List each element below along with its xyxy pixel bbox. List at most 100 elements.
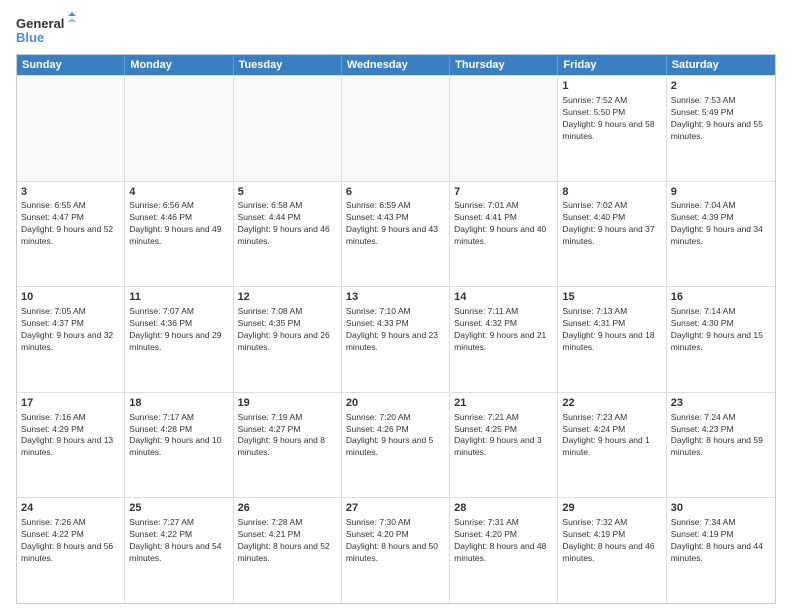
calendar-row-2: 3Sunrise: 6:55 AM Sunset: 4:47 PM Daylig… [17,181,775,287]
calendar-cell: 5Sunrise: 6:58 AM Sunset: 4:44 PM Daylig… [234,182,342,287]
cell-content: Sunrise: 7:01 AM Sunset: 4:41 PM Dayligh… [454,200,553,248]
cell-content: Sunrise: 7:05 AM Sunset: 4:37 PM Dayligh… [21,306,120,354]
cell-content: Sunrise: 7:20 AM Sunset: 4:26 PM Dayligh… [346,412,445,460]
day-header-wednesday: Wednesday [342,55,450,75]
calendar: SundayMondayTuesdayWednesdayThursdayFrid… [16,54,776,604]
calendar-cell: 25Sunrise: 7:27 AM Sunset: 4:22 PM Dayli… [125,498,233,603]
calendar-cell: 23Sunrise: 7:24 AM Sunset: 4:23 PM Dayli… [667,393,775,498]
day-number: 17 [21,396,120,411]
cell-content: Sunrise: 7:17 AM Sunset: 4:28 PM Dayligh… [129,412,228,460]
day-number: 13 [346,290,445,305]
day-number: 18 [129,396,228,411]
calendar-row-5: 24Sunrise: 7:26 AM Sunset: 4:22 PM Dayli… [17,497,775,603]
day-number: 4 [129,185,228,200]
day-number: 6 [346,185,445,200]
calendar-header: SundayMondayTuesdayWednesdayThursdayFrid… [17,55,775,75]
day-number: 24 [21,501,120,516]
cell-content: Sunrise: 7:34 AM Sunset: 4:19 PM Dayligh… [671,517,771,565]
calendar-cell: 18Sunrise: 7:17 AM Sunset: 4:28 PM Dayli… [125,393,233,498]
cell-content: Sunrise: 7:13 AM Sunset: 4:31 PM Dayligh… [562,306,661,354]
day-number: 15 [562,290,661,305]
calendar-cell: 28Sunrise: 7:31 AM Sunset: 4:20 PM Dayli… [450,498,558,603]
calendar-cell: 15Sunrise: 7:13 AM Sunset: 4:31 PM Dayli… [558,287,666,392]
calendar-cell: 14Sunrise: 7:11 AM Sunset: 4:32 PM Dayli… [450,287,558,392]
calendar-cell: 21Sunrise: 7:21 AM Sunset: 4:25 PM Dayli… [450,393,558,498]
day-number: 30 [671,501,771,516]
calendar-cell: 20Sunrise: 7:20 AM Sunset: 4:26 PM Dayli… [342,393,450,498]
cell-content: Sunrise: 7:53 AM Sunset: 5:49 PM Dayligh… [671,95,771,143]
cell-content: Sunrise: 7:31 AM Sunset: 4:20 PM Dayligh… [454,517,553,565]
day-number: 29 [562,501,661,516]
cell-content: Sunrise: 7:26 AM Sunset: 4:22 PM Dayligh… [21,517,120,565]
cell-content: Sunrise: 7:27 AM Sunset: 4:22 PM Dayligh… [129,517,228,565]
calendar-cell: 12Sunrise: 7:08 AM Sunset: 4:35 PM Dayli… [234,287,342,392]
day-header-friday: Friday [558,55,666,75]
calendar-cell: 13Sunrise: 7:10 AM Sunset: 4:33 PM Dayli… [342,287,450,392]
cell-content: Sunrise: 6:56 AM Sunset: 4:46 PM Dayligh… [129,200,228,248]
logo-svg: General Blue [16,12,76,48]
day-header-tuesday: Tuesday [234,55,342,75]
cell-content: Sunrise: 7:16 AM Sunset: 4:29 PM Dayligh… [21,412,120,460]
calendar-cell: 19Sunrise: 7:19 AM Sunset: 4:27 PM Dayli… [234,393,342,498]
cell-content: Sunrise: 7:02 AM Sunset: 4:40 PM Dayligh… [562,200,661,248]
cell-content: Sunrise: 7:23 AM Sunset: 4:24 PM Dayligh… [562,412,661,460]
day-number: 23 [671,396,771,411]
calendar-cell: 8Sunrise: 7:02 AM Sunset: 4:40 PM Daylig… [558,182,666,287]
svg-text:General: General [16,16,64,31]
cell-content: Sunrise: 7:32 AM Sunset: 4:19 PM Dayligh… [562,517,661,565]
calendar-cell [234,76,342,181]
calendar-cell [342,76,450,181]
calendar-cell: 30Sunrise: 7:34 AM Sunset: 4:19 PM Dayli… [667,498,775,603]
calendar-cell: 2Sunrise: 7:53 AM Sunset: 5:49 PM Daylig… [667,76,775,181]
day-number: 2 [671,79,771,94]
day-number: 16 [671,290,771,305]
cell-content: Sunrise: 7:24 AM Sunset: 4:23 PM Dayligh… [671,412,771,460]
day-header-monday: Monday [125,55,233,75]
calendar-cell: 27Sunrise: 7:30 AM Sunset: 4:20 PM Dayli… [342,498,450,603]
calendar-cell: 22Sunrise: 7:23 AM Sunset: 4:24 PM Dayli… [558,393,666,498]
cell-content: Sunrise: 7:21 AM Sunset: 4:25 PM Dayligh… [454,412,553,460]
day-number: 7 [454,185,553,200]
calendar-cell: 29Sunrise: 7:32 AM Sunset: 4:19 PM Dayli… [558,498,666,603]
day-number: 26 [238,501,337,516]
calendar-cell: 4Sunrise: 6:56 AM Sunset: 4:46 PM Daylig… [125,182,233,287]
page: General Blue SundayMondayTuesdayWednesda… [0,0,792,612]
cell-content: Sunrise: 7:11 AM Sunset: 4:32 PM Dayligh… [454,306,553,354]
day-number: 19 [238,396,337,411]
calendar-cell: 26Sunrise: 7:28 AM Sunset: 4:21 PM Dayli… [234,498,342,603]
cell-content: Sunrise: 6:55 AM Sunset: 4:47 PM Dayligh… [21,200,120,248]
calendar-row-1: 1Sunrise: 7:52 AM Sunset: 5:50 PM Daylig… [17,75,775,181]
day-number: 3 [21,185,120,200]
day-number: 21 [454,396,553,411]
calendar-cell: 3Sunrise: 6:55 AM Sunset: 4:47 PM Daylig… [17,182,125,287]
cell-content: Sunrise: 7:04 AM Sunset: 4:39 PM Dayligh… [671,200,771,248]
day-number: 9 [671,185,771,200]
calendar-cell: 1Sunrise: 7:52 AM Sunset: 5:50 PM Daylig… [558,76,666,181]
calendar-cell: 17Sunrise: 7:16 AM Sunset: 4:29 PM Dayli… [17,393,125,498]
logo: General Blue [16,12,76,48]
calendar-cell [17,76,125,181]
day-number: 28 [454,501,553,516]
cell-content: Sunrise: 6:59 AM Sunset: 4:43 PM Dayligh… [346,200,445,248]
cell-content: Sunrise: 7:19 AM Sunset: 4:27 PM Dayligh… [238,412,337,460]
day-header-saturday: Saturday [667,55,775,75]
day-number: 25 [129,501,228,516]
day-number: 5 [238,185,337,200]
calendar-cell: 11Sunrise: 7:07 AM Sunset: 4:36 PM Dayli… [125,287,233,392]
cell-content: Sunrise: 6:58 AM Sunset: 4:44 PM Dayligh… [238,200,337,248]
day-number: 8 [562,185,661,200]
calendar-cell: 9Sunrise: 7:04 AM Sunset: 4:39 PM Daylig… [667,182,775,287]
calendar-row-3: 10Sunrise: 7:05 AM Sunset: 4:37 PM Dayli… [17,286,775,392]
day-number: 10 [21,290,120,305]
calendar-cell [450,76,558,181]
day-number: 20 [346,396,445,411]
cell-content: Sunrise: 7:07 AM Sunset: 4:36 PM Dayligh… [129,306,228,354]
cell-content: Sunrise: 7:28 AM Sunset: 4:21 PM Dayligh… [238,517,337,565]
day-number: 14 [454,290,553,305]
cell-content: Sunrise: 7:52 AM Sunset: 5:50 PM Dayligh… [562,95,661,143]
day-number: 11 [129,290,228,305]
calendar-cell: 6Sunrise: 6:59 AM Sunset: 4:43 PM Daylig… [342,182,450,287]
svg-text:Blue: Blue [16,30,44,45]
calendar-cell: 24Sunrise: 7:26 AM Sunset: 4:22 PM Dayli… [17,498,125,603]
day-number: 22 [562,396,661,411]
